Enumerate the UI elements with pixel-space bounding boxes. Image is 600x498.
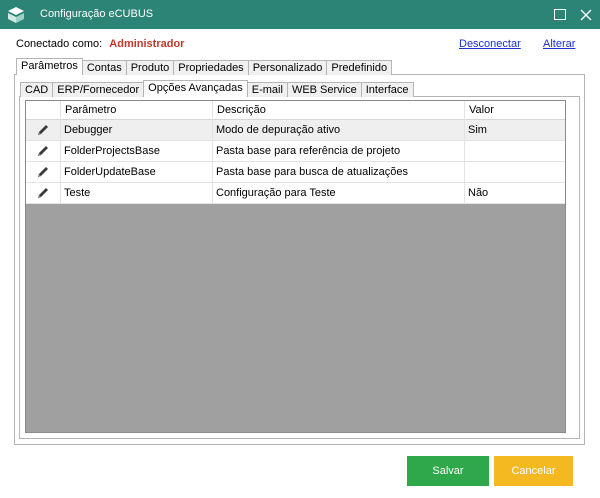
disconnect-link[interactable]: Desconectar xyxy=(459,38,521,50)
edit-pencil-icon xyxy=(38,125,48,135)
tab-opcoes-avancadas[interactable]: Opções Avançadas xyxy=(143,80,248,97)
edit-pencil-icon xyxy=(38,146,48,156)
maximize-button[interactable] xyxy=(546,0,574,29)
ecubus-logo-icon xyxy=(8,7,24,23)
tab-cad[interactable]: CAD xyxy=(20,82,54,97)
save-button[interactable]: Salvar xyxy=(407,456,489,486)
cancel-button[interactable]: Cancelar xyxy=(494,456,573,486)
connected-as-label: Conectado como: xyxy=(16,38,103,50)
close-button[interactable] xyxy=(572,0,600,29)
tab-personalizado[interactable]: Personalizado xyxy=(247,60,328,75)
parameters-grid[interactable]: Parâmetro Descrição Valor Debugger Modo … xyxy=(25,100,566,433)
title-bar: Configuração eCUBUS xyxy=(0,0,600,29)
tab-predefinido[interactable]: Predefinido xyxy=(326,60,393,75)
column-header-edit xyxy=(26,101,61,120)
close-icon xyxy=(580,9,592,20)
maximize-icon xyxy=(554,9,566,20)
alter-link[interactable]: Alterar xyxy=(543,38,575,50)
value-cell[interactable] xyxy=(465,162,565,182)
column-header-descricao[interactable]: Descrição xyxy=(213,101,465,120)
column-header-valor[interactable]: Valor xyxy=(465,101,565,120)
param-cell: Teste xyxy=(61,183,213,203)
description-cell: Configuração para Teste xyxy=(213,183,465,203)
connected-user: Administrador xyxy=(109,38,185,50)
tab-interface[interactable]: Interface xyxy=(360,82,414,97)
value-cell[interactable] xyxy=(465,141,565,161)
tab-parametros[interactable]: Parâmetros xyxy=(16,58,83,75)
table-row[interactable]: Teste Configuração para Teste Não xyxy=(26,183,565,204)
edit-pencil-icon xyxy=(38,188,48,198)
window-title: Configuração eCUBUS xyxy=(40,8,154,20)
grid-empty-area xyxy=(26,204,565,432)
edit-button[interactable] xyxy=(26,141,61,161)
tab-contas[interactable]: Contas xyxy=(81,60,127,75)
tab-email[interactable]: E-mail xyxy=(246,82,288,97)
connection-status: Conectado como: Administrador xyxy=(16,38,184,50)
grid-header: Parâmetro Descrição Valor xyxy=(26,101,565,120)
description-cell: Pasta base para busca de atualizações xyxy=(213,162,465,182)
table-row[interactable]: FolderUpdateBase Pasta base para busca d… xyxy=(26,162,565,183)
column-header-parametro[interactable]: Parâmetro xyxy=(61,101,213,120)
value-cell[interactable]: Não xyxy=(465,183,565,203)
edit-button[interactable] xyxy=(26,162,61,182)
table-row[interactable]: Debugger Modo de depuração ativo Sim xyxy=(26,120,565,141)
description-cell: Modo de depuração ativo xyxy=(213,120,465,140)
param-cell: FolderUpdateBase xyxy=(61,162,213,182)
tab-propriedades[interactable]: Propriedades xyxy=(173,60,249,75)
edit-button[interactable] xyxy=(26,183,61,203)
value-cell[interactable]: Sim xyxy=(465,120,565,140)
description-cell: Pasta base para referência de projeto xyxy=(213,141,465,161)
inner-tab-strip: CAD ERP/Fornecedor Opções Avançadas E-ma… xyxy=(20,80,414,97)
edit-button[interactable] xyxy=(26,120,61,140)
tab-web-service[interactable]: WEB Service xyxy=(286,82,362,97)
param-cell: Debugger xyxy=(61,120,213,140)
table-row[interactable]: FolderProjectsBase Pasta base para refer… xyxy=(26,141,565,162)
tab-produto[interactable]: Produto xyxy=(125,60,175,75)
param-cell: FolderProjectsBase xyxy=(61,141,213,161)
outer-tab-strip: Parâmetros Contas Produto Propriedades P… xyxy=(16,58,393,75)
edit-pencil-icon xyxy=(38,167,48,177)
tab-erp-fornecedor[interactable]: ERP/Fornecedor xyxy=(52,82,145,97)
